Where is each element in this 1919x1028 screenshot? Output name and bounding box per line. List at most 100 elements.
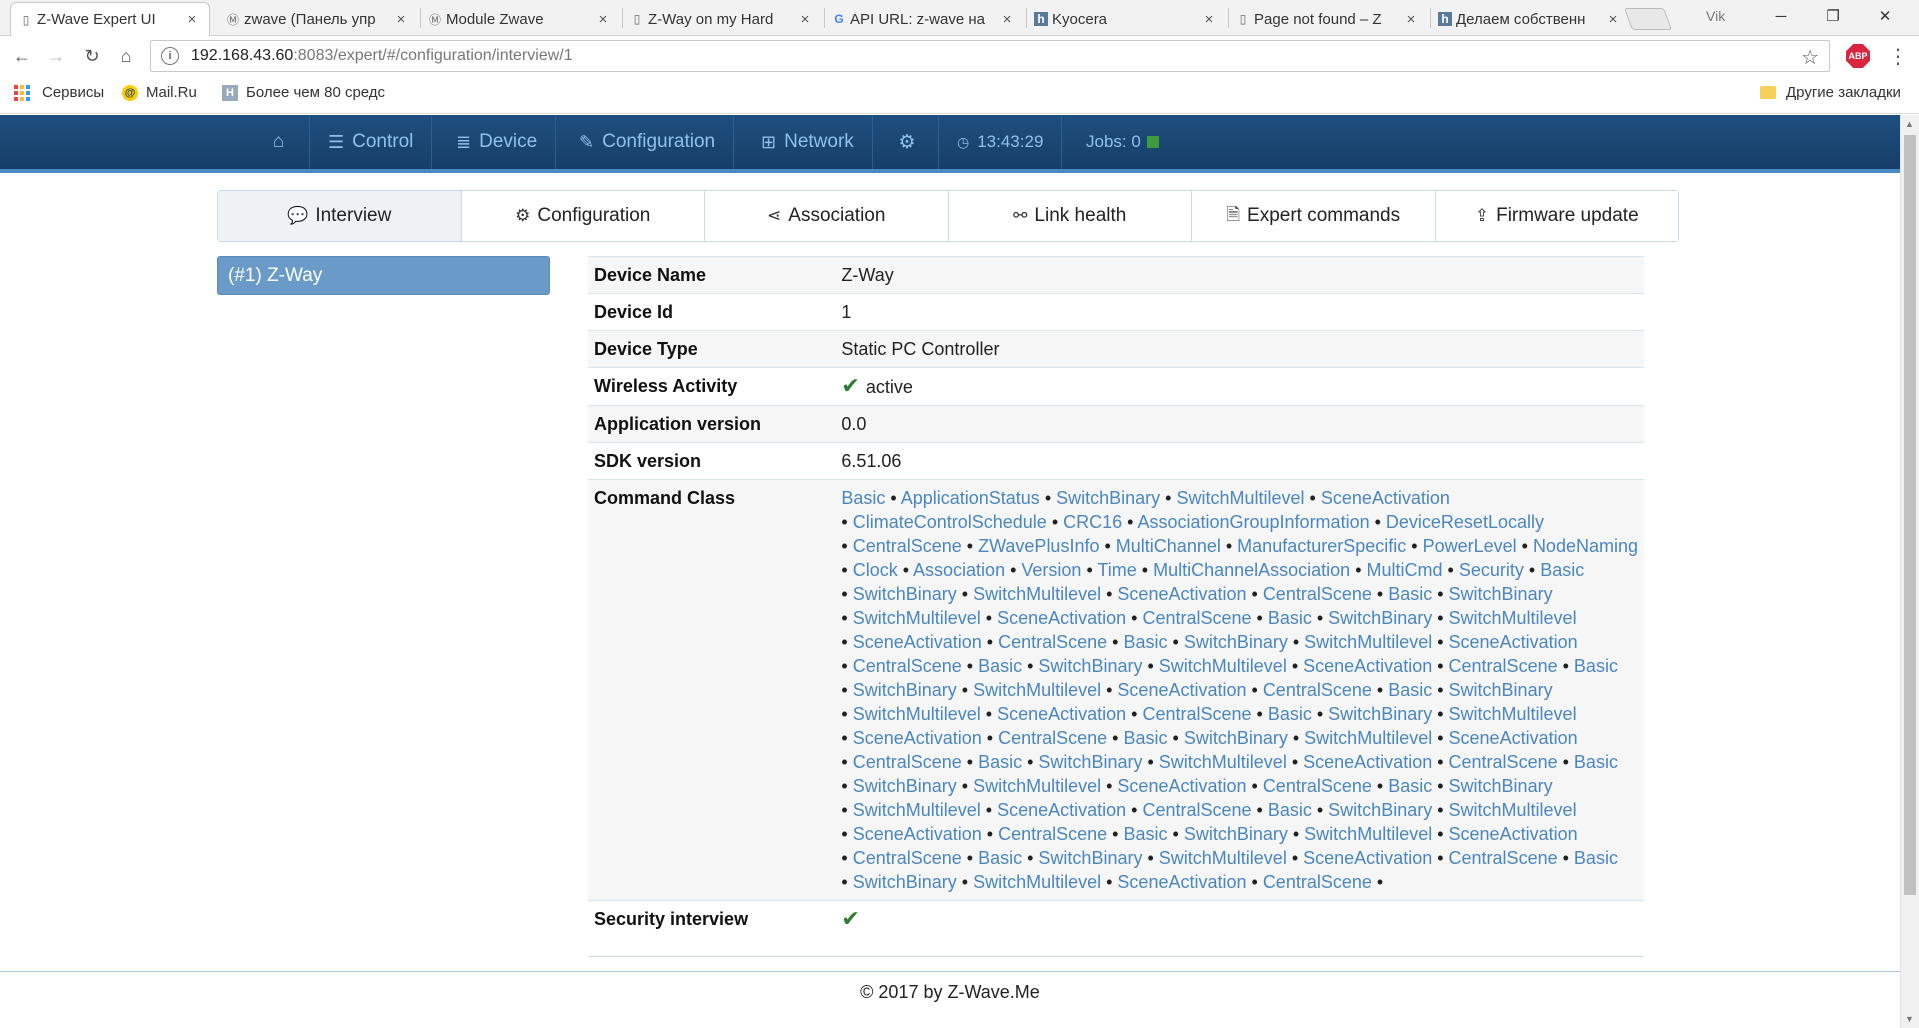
command-class-link[interactable]: SceneActivation	[1117, 584, 1246, 604]
nav-configuration[interactable]: ✎ Configuration	[561, 115, 735, 169]
command-class-link[interactable]: CentralScene	[1263, 872, 1372, 892]
command-class-link[interactable]: Time	[1097, 560, 1136, 580]
window-close-icon[interactable]: ✕	[1862, 0, 1908, 32]
home-icon[interactable]: ⌂	[114, 44, 138, 68]
command-class-link[interactable]: CentralScene	[1142, 704, 1251, 724]
command-class-link[interactable]: CentralScene	[1142, 608, 1251, 628]
adblock-icon[interactable]: ABP	[1846, 44, 1870, 68]
command-class-link[interactable]: CentralScene	[853, 656, 962, 676]
command-class-link[interactable]: SwitchMultilevel	[1159, 848, 1287, 868]
command-class-link[interactable]: SwitchMultilevel	[1449, 704, 1577, 724]
command-class-link[interactable]: SceneActivation	[997, 608, 1126, 628]
command-class-link[interactable]: Basic	[1540, 560, 1584, 580]
command-class-link[interactable]: SceneActivation	[1303, 848, 1432, 868]
command-class-link[interactable]: Basic	[1574, 752, 1618, 772]
command-class-link[interactable]: ApplicationStatus	[901, 488, 1040, 508]
tab-expert-commands[interactable]: 🗎 Expert commands	[1192, 191, 1436, 241]
nav-device[interactable]: ≣ Device	[438, 115, 557, 169]
command-class-link[interactable]: SwitchMultilevel	[853, 800, 981, 820]
command-class-link[interactable]: MultiChannelAssociation	[1153, 560, 1350, 580]
command-class-link[interactable]: SwitchMultilevel	[1159, 656, 1287, 676]
command-class-link[interactable]: ClimateControlSchedule	[853, 512, 1047, 532]
command-class-link[interactable]: CentralScene	[1142, 800, 1251, 820]
close-icon[interactable]: ×	[1404, 11, 1418, 28]
command-class-link[interactable]: SwitchBinary	[1328, 800, 1432, 820]
command-class-link[interactable]: Association	[913, 560, 1005, 580]
profile-label[interactable]: Vik	[1706, 8, 1725, 24]
command-class-link[interactable]: SwitchMultilevel	[1159, 752, 1287, 772]
command-class-link[interactable]: SwitchBinary	[853, 584, 957, 604]
command-class-link[interactable]: Basic	[1268, 800, 1312, 820]
command-class-link[interactable]: SwitchMultilevel	[1176, 488, 1304, 508]
command-class-link[interactable]: Basic	[1574, 656, 1618, 676]
close-icon[interactable]: ×	[1000, 11, 1014, 28]
command-class-link[interactable]: SwitchBinary	[1328, 608, 1432, 628]
command-class-link[interactable]: SceneActivation	[1117, 872, 1246, 892]
tab-association[interactable]: ⋖ Association	[705, 191, 949, 241]
command-class-link[interactable]: CentralScene	[1263, 584, 1372, 604]
menu-icon[interactable]: ⋮	[1888, 44, 1908, 69]
close-icon[interactable]: ×	[185, 11, 199, 28]
command-class-link[interactable]: CentralScene	[998, 728, 1107, 748]
browser-tab-module-zwave[interactable]: Ⓜ Module Zwave ×	[420, 2, 620, 36]
command-class-link[interactable]: CentralScene	[853, 752, 962, 772]
command-class-link[interactable]: Basic	[978, 752, 1022, 772]
command-class-link[interactable]: Basic	[1123, 728, 1167, 748]
command-class-link[interactable]: SwitchMultilevel	[853, 608, 981, 628]
command-class-link[interactable]: CentralScene	[1449, 848, 1558, 868]
close-icon[interactable]: ×	[1606, 11, 1620, 28]
nav-control[interactable]: ☰ Control	[310, 115, 433, 169]
page-scrollbar[interactable]: ▲ ▼	[1900, 115, 1919, 1028]
tab-link-health[interactable]: ⚯ Link health	[948, 191, 1192, 241]
command-class-link[interactable]: SwitchMultilevel	[853, 704, 981, 724]
restore-icon[interactable]: ❐	[1810, 0, 1856, 32]
command-class-link[interactable]: SwitchBinary	[1184, 728, 1288, 748]
command-class-link[interactable]: Basic	[1574, 848, 1618, 868]
command-class-link[interactable]: CentralScene	[998, 824, 1107, 844]
command-class-link[interactable]: SwitchBinary	[1038, 848, 1142, 868]
command-class-link[interactable]: CentralScene	[1449, 656, 1558, 676]
command-class-link[interactable]: SceneActivation	[853, 824, 982, 844]
command-class-link[interactable]: Basic	[1388, 584, 1432, 604]
command-class-link[interactable]: SwitchBinary	[1184, 824, 1288, 844]
tab-interview[interactable]: 💬 Interview	[218, 191, 462, 241]
command-class-link[interactable]: SceneActivation	[997, 800, 1126, 820]
command-class-link[interactable]: SwitchBinary	[1184, 632, 1288, 652]
command-class-link[interactable]: SwitchMultilevel	[973, 680, 1101, 700]
command-class-link[interactable]: Version	[1021, 560, 1081, 580]
command-class-link[interactable]: SwitchMultilevel	[1304, 728, 1432, 748]
command-class-link[interactable]: SwitchMultilevel	[973, 872, 1101, 892]
command-class-link[interactable]: CentralScene	[1263, 776, 1372, 796]
forward-icon[interactable]: →	[44, 44, 68, 68]
command-class-link[interactable]: SwitchBinary	[853, 872, 957, 892]
command-class-link[interactable]: SwitchBinary	[1449, 584, 1553, 604]
scroll-down-icon[interactable]: ▼	[1905, 1014, 1914, 1024]
command-class-link[interactable]: ZWavePlusInfo	[978, 536, 1099, 556]
browser-tab-zwave-expert-ui[interactable]: ▯ Z-Wave Expert UI ×	[10, 2, 210, 36]
command-class-link[interactable]: SceneActivation	[997, 704, 1126, 724]
command-class-link[interactable]: SceneActivation	[1321, 488, 1450, 508]
command-class-link[interactable]: SceneActivation	[1117, 776, 1246, 796]
command-class-link[interactable]: SceneActivation	[853, 728, 982, 748]
bookmark-mailru[interactable]: @ Mail.Ru	[122, 84, 197, 101]
command-class-link[interactable]: CentralScene	[853, 536, 962, 556]
bookmark-other[interactable]: Другие закладки	[1760, 84, 1901, 101]
command-class-link[interactable]: AssociationGroupInformation	[1137, 512, 1369, 532]
command-class-link[interactable]: SwitchMultilevel	[1304, 632, 1432, 652]
command-class-link[interactable]: SceneActivation	[1303, 656, 1432, 676]
minimize-icon[interactable]: ─	[1758, 0, 1804, 32]
browser-tab-delaem[interactable]: h Делаем собственн ×	[1430, 2, 1630, 36]
command-class-link[interactable]: SwitchBinary	[853, 776, 957, 796]
command-class-link[interactable]: CentralScene	[1449, 752, 1558, 772]
command-class-link[interactable]: SceneActivation	[1117, 680, 1246, 700]
command-class-link[interactable]: SwitchMultilevel	[973, 584, 1101, 604]
command-class-link[interactable]: Security	[1459, 560, 1524, 580]
close-icon[interactable]: ×	[596, 11, 610, 28]
scrollbar-thumb[interactable]	[1904, 135, 1916, 895]
command-class-link[interactable]: PowerLevel	[1423, 536, 1517, 556]
close-icon[interactable]: ×	[798, 11, 812, 28]
command-class-link[interactable]: Basic	[1268, 608, 1312, 628]
command-class-link[interactable]: SwitchBinary	[1038, 656, 1142, 676]
command-class-link[interactable]: SceneActivation	[1449, 824, 1578, 844]
command-class-link[interactable]: SwitchBinary	[1056, 488, 1160, 508]
